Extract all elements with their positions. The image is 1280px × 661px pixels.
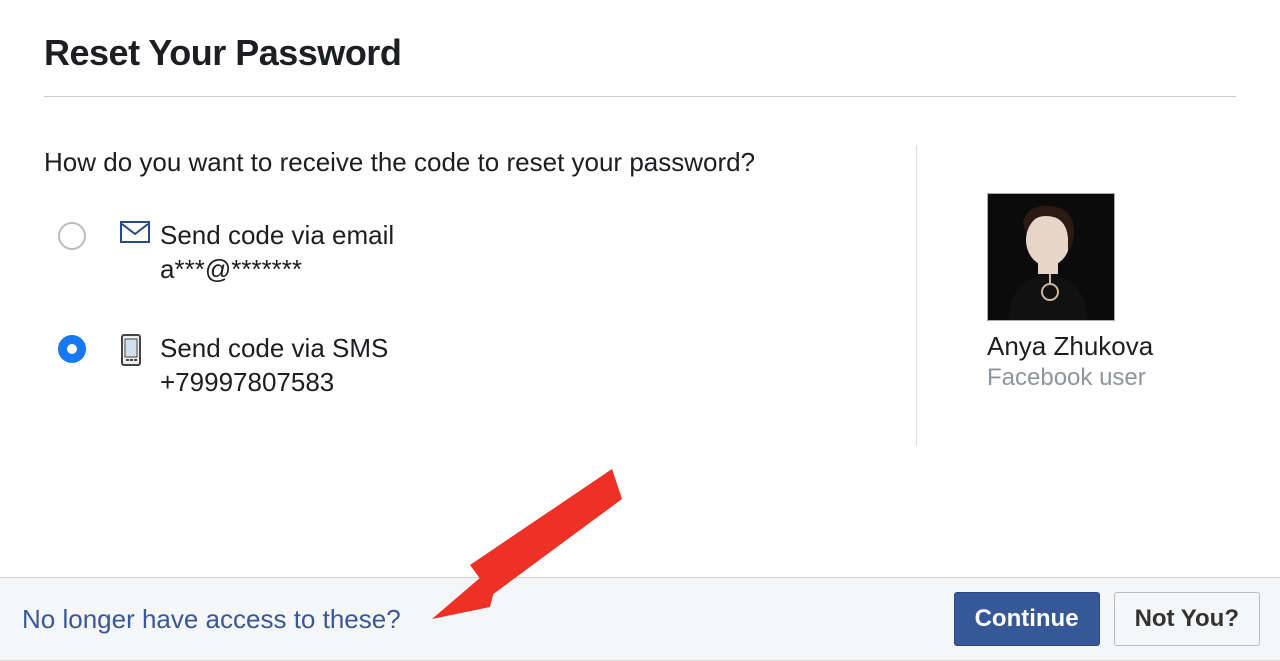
prompt-text: How do you want to receive the code to r… [44, 145, 886, 180]
radio-sms[interactable] [58, 335, 86, 363]
footer-bar: No longer have access to these? Continue… [0, 577, 1280, 661]
radio-email[interactable] [58, 222, 86, 250]
user-role: Facebook user [987, 364, 1236, 392]
user-panel: Anya Zhukova Facebook user [916, 145, 1236, 446]
avatar [987, 193, 1115, 321]
page-title: Reset Your Password [44, 32, 1236, 97]
option-email-label: Send code via email [160, 220, 394, 251]
option-sms[interactable]: Send code via SMS +79997807583 [44, 333, 886, 400]
option-sms-detail: +79997807583 [160, 366, 388, 400]
options-panel: How do you want to receive the code to r… [44, 145, 916, 446]
phone-icon [120, 334, 150, 364]
email-icon [120, 221, 150, 251]
not-you-button[interactable]: Not You? [1114, 592, 1260, 646]
user-name: Anya Zhukova [987, 331, 1236, 362]
option-email[interactable]: Send code via email a***@******* [44, 220, 886, 287]
no-access-link[interactable]: No longer have access to these? [22, 604, 401, 635]
option-sms-label: Send code via SMS [160, 333, 388, 364]
continue-button[interactable]: Continue [954, 592, 1100, 646]
option-email-detail: a***@******* [160, 253, 394, 287]
